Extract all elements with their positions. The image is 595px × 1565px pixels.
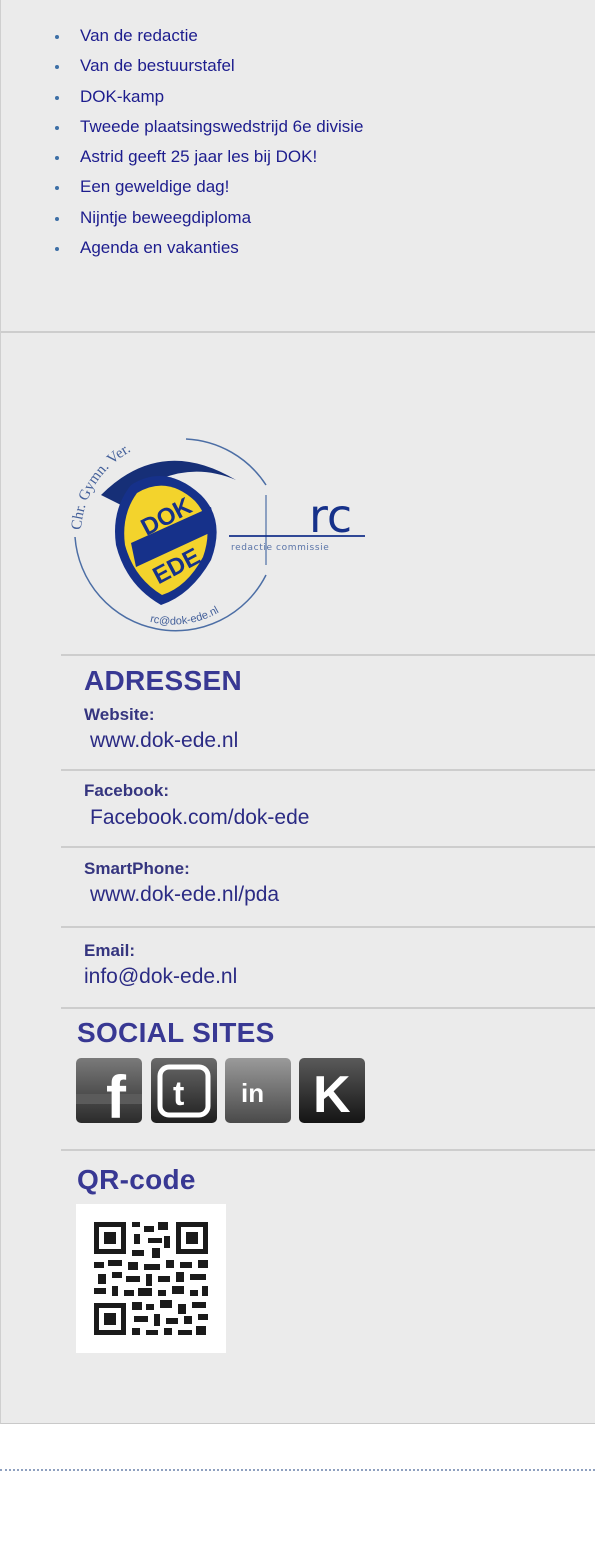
toc-item-agenda[interactable]: Agenda en vakanties [53, 236, 364, 266]
divider-facebook [61, 769, 595, 771]
toc-item-astrid[interactable]: Astrid geeft 25 jaar les bij DOK! [53, 145, 364, 175]
toc-item-nijntje[interactable]: Nijntje beweegdiploma [53, 206, 364, 236]
divider-smartphone [61, 846, 595, 848]
divider-adressen [61, 654, 595, 656]
logo-rc-text: rc [309, 489, 352, 543]
divider-toc [1, 331, 595, 333]
toc-item-plaatsingswedstrijd[interactable]: Tweede plaatsingswedstrijd 6e divisie [53, 115, 364, 145]
linkedin-icon[interactable]: in [225, 1058, 291, 1123]
divider-email [61, 926, 595, 928]
smartphone-link[interactable]: www.dok-ede.nl/pda [90, 883, 279, 907]
hyves-k-icon[interactable]: K [299, 1058, 365, 1124]
adressen-heading: ADRESSEN [84, 665, 242, 696]
social-sites-heading: SOCIAL SITES [77, 1017, 275, 1048]
qr-code-heading: QR-code [77, 1164, 196, 1195]
sidebar-panel: Van de redactie Van de bestuurstafel DOK… [0, 0, 595, 1424]
website-label: Website: [84, 705, 155, 724]
svg-text:f: f [106, 1064, 127, 1123]
website-link[interactable]: www.dok-ede.nl [90, 729, 238, 753]
qr-code-graphic [94, 1222, 208, 1335]
logo-subtitle: redactie commissie [231, 543, 329, 553]
email-label: Email: [84, 941, 136, 960]
qr-code-image[interactable] [76, 1204, 226, 1353]
divider-social [61, 1007, 595, 1009]
logo-graphic: DOK EDE Chr. Gymn. Ver. rc@dok-ede.nl rc… [69, 438, 365, 632]
email-link[interactable]: info@dok-ede.nl [84, 965, 237, 989]
table-of-contents: Van de redactie Van de bestuurstafel DOK… [53, 24, 364, 266]
svg-text:t: t [173, 1075, 184, 1113]
twitter-icon[interactable]: t [151, 1058, 217, 1123]
toc-item-van-de-bestuurstafel[interactable]: Van de bestuurstafel [53, 54, 364, 84]
toc-item-dok-kamp[interactable]: DOK-kamp [53, 85, 364, 115]
svg-text:in: in [241, 1078, 264, 1108]
svg-text:K: K [313, 1066, 351, 1123]
facebook-link[interactable]: Facebook.com/dok-ede [90, 806, 309, 830]
toc-item-geweldige-dag[interactable]: Een geweldige dag! [53, 175, 364, 205]
facebook-icon[interactable]: f [76, 1058, 142, 1131]
dok-ede-rc-logo: DOK EDE Chr. Gymn. Ver. rc@dok-ede.nl rc… [61, 425, 371, 635]
divider-qr [61, 1149, 595, 1151]
toc-item-van-de-redactie[interactable]: Van de redactie [53, 24, 364, 54]
footer-dotted-divider [0, 1469, 595, 1471]
smartphone-label: SmartPhone: [84, 859, 190, 878]
facebook-label: Facebook: [84, 781, 170, 800]
